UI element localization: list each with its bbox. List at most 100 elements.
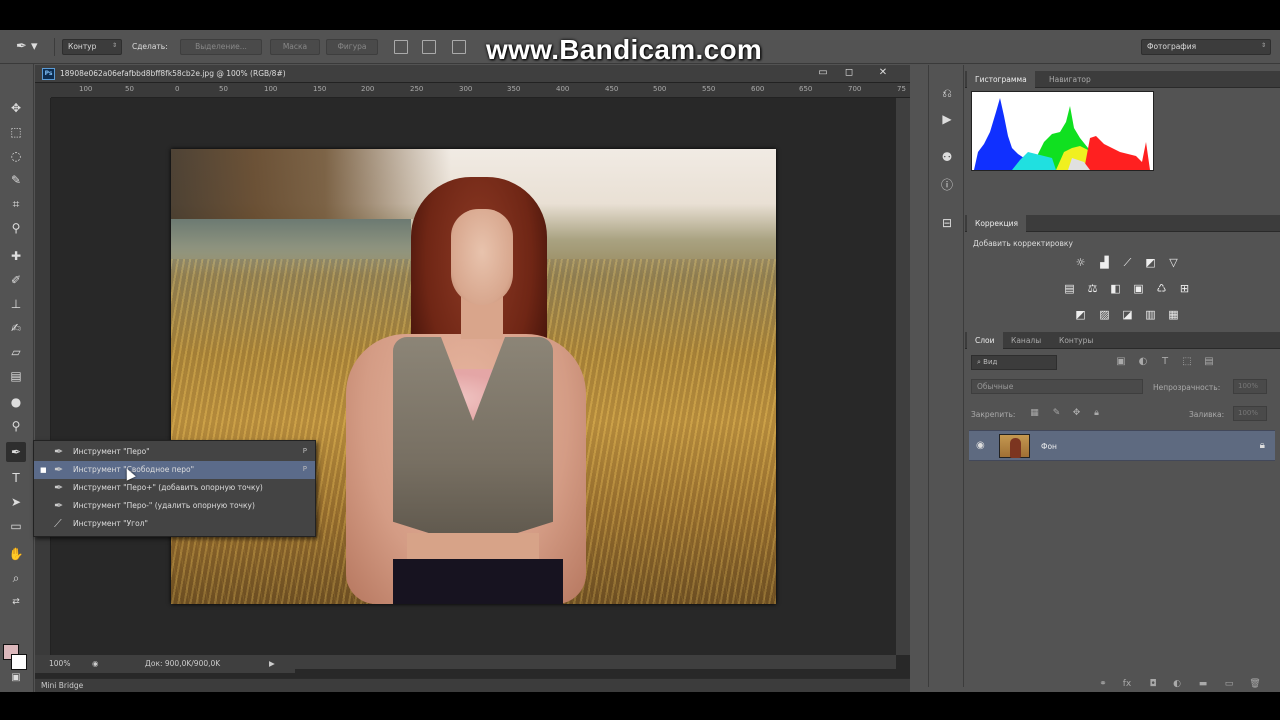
- lock-position-icon[interactable]: ✥: [1071, 408, 1082, 419]
- maximize-icon[interactable]: ◻: [838, 66, 860, 80]
- path-alignment-icon[interactable]: [422, 40, 436, 54]
- new-layer-icon[interactable]: ▭: [1223, 678, 1235, 690]
- screen-mode-icon[interactable]: ▣: [6, 668, 26, 688]
- bandicam-watermark: www.Bandicam.com: [486, 34, 763, 65]
- lock-transparency-icon[interactable]: ▦: [1029, 408, 1040, 419]
- hand-icon[interactable]: ✋: [6, 544, 26, 564]
- filter-shape-icon[interactable]: ⬚: [1181, 356, 1193, 368]
- actions-panel-icon[interactable]: ▶: [937, 109, 957, 129]
- crop-icon[interactable]: ⌗: [6, 194, 26, 214]
- filter-smart-object-icon[interactable]: ▤: [1203, 356, 1215, 368]
- path-arrangement-icon[interactable]: [452, 40, 466, 54]
- history-brush-icon[interactable]: ✍: [6, 318, 26, 338]
- channel-mixer-icon[interactable]: ♺: [1154, 282, 1169, 295]
- healing-icon[interactable]: ✚: [6, 246, 26, 266]
- layer-style-icon[interactable]: fx: [1121, 678, 1133, 690]
- close-icon[interactable]: ✕: [872, 66, 894, 80]
- flyout-item-delete-anchor[interactable]: ✒ Инструмент "Перо-" (удалить опорную то…: [34, 497, 315, 515]
- type-icon[interactable]: T: [6, 468, 26, 488]
- threshold-icon[interactable]: ◪: [1120, 308, 1135, 321]
- shape-button[interactable]: Фигура: [326, 39, 378, 55]
- minimize-icon[interactable]: ▭: [812, 66, 834, 80]
- tab-adjustments[interactable]: Коррекция: [967, 215, 1027, 232]
- tab-histogram[interactable]: Гистограмма: [967, 71, 1035, 88]
- brush-presets-icon[interactable]: ⚉: [937, 147, 957, 167]
- status-menu-arrow-icon[interactable]: ▶: [269, 659, 275, 668]
- clone-source-icon[interactable]: ⊟: [937, 213, 957, 233]
- path-selection-icon[interactable]: ➤: [6, 492, 26, 512]
- history-panel-icon[interactable]: ⎌: [937, 83, 957, 103]
- selective-color-icon[interactable]: ▦: [1166, 308, 1181, 321]
- invert-icon[interactable]: ◩: [1073, 308, 1088, 321]
- brightness-contrast-icon[interactable]: ☼: [1073, 256, 1088, 269]
- zoom-icon[interactable]: ⌕: [6, 568, 26, 588]
- vibrance-icon[interactable]: ▽: [1166, 256, 1181, 269]
- new-group-icon[interactable]: ▬: [1197, 678, 1209, 690]
- pen-icon[interactable]: ✒: [6, 442, 26, 462]
- mini-bridge-bar[interactable]: Mini Bridge: [35, 678, 910, 692]
- black-white-icon[interactable]: ◧: [1108, 282, 1123, 295]
- lasso-icon[interactable]: ◌: [6, 146, 26, 166]
- stamp-icon[interactable]: ⊥: [6, 294, 26, 314]
- horizontal-ruler[interactable]: 100 50 0 50 100 150 200 250 300 350 400 …: [51, 83, 910, 98]
- posterize-icon[interactable]: ▨: [1097, 308, 1112, 321]
- status-info-icon[interactable]: ◉: [92, 659, 99, 668]
- layer-filter-select[interactable]: ⌕ Вид: [971, 355, 1057, 370]
- color-lookup-icon[interactable]: ⊞: [1177, 282, 1192, 295]
- document-tab[interactable]: Ps 18908e062a06efafbbd8bff8fk58cb2e.jpg …: [38, 67, 292, 82]
- filter-type-icon[interactable]: T: [1159, 356, 1171, 368]
- lock-all-icon[interactable]: 🔒︎: [1091, 408, 1102, 419]
- flyout-item-add-anchor[interactable]: ✒ Инструмент "Перо+" (добавить опорную т…: [34, 479, 315, 497]
- ruler-origin[interactable]: [35, 83, 51, 98]
- flyout-item-pen[interactable]: ✒ Инструмент "Перо" P: [34, 443, 315, 461]
- lock-pixels-icon[interactable]: ✎: [1051, 408, 1062, 419]
- filter-pixel-icon[interactable]: ▣: [1115, 356, 1127, 368]
- layer-row-background[interactable]: ◉ Фон 🔒︎: [969, 430, 1275, 461]
- eye-icon[interactable]: ◉: [976, 440, 985, 451]
- swap-colors-icon[interactable]: ⇄: [6, 592, 26, 612]
- new-adjustment-icon[interactable]: ◐: [1171, 678, 1183, 690]
- gradient-icon[interactable]: ▤: [6, 366, 26, 386]
- color-balance-icon[interactable]: ⚖: [1085, 282, 1100, 295]
- delete-layer-icon[interactable]: 🗑︎: [1249, 678, 1261, 690]
- exposure-icon[interactable]: ◩: [1143, 256, 1158, 269]
- flyout-item-convert-point[interactable]: ⟋ Инструмент "Угол": [34, 515, 315, 533]
- link-layers-icon[interactable]: ⚭: [1097, 678, 1109, 690]
- blur-icon[interactable]: ●: [6, 392, 26, 412]
- selection-button[interactable]: Выделение...: [180, 39, 262, 55]
- brush-icon[interactable]: ✐: [6, 270, 26, 290]
- path-operations-icon[interactable]: [394, 40, 408, 54]
- tab-paths[interactable]: Контуры: [1051, 332, 1101, 349]
- eraser-icon[interactable]: ▱: [6, 342, 26, 362]
- mode-select[interactable]: Контур ⇕: [62, 39, 122, 55]
- vertical-ruler[interactable]: [35, 98, 51, 655]
- freeform-pen-preset-icon[interactable]: ✒ ▾: [16, 39, 44, 55]
- curves-icon[interactable]: ⟋: [1120, 256, 1135, 269]
- fill-field[interactable]: 100%: [1233, 406, 1267, 421]
- filter-adjustment-icon[interactable]: ◐: [1137, 356, 1149, 368]
- blend-mode-select[interactable]: Обычные: [971, 379, 1143, 394]
- hue-saturation-icon[interactable]: ▤: [1062, 282, 1077, 295]
- eyedropper-icon[interactable]: ⚲: [6, 218, 26, 238]
- rectangle-icon[interactable]: ▭: [6, 516, 26, 536]
- mask-button[interactable]: Маска: [270, 39, 320, 55]
- horizontal-scrollbar[interactable]: [295, 655, 896, 669]
- marquee-icon[interactable]: ⬚: [6, 122, 26, 142]
- opacity-field[interactable]: 100%: [1233, 379, 1267, 394]
- vertical-scrollbar[interactable]: [896, 98, 910, 655]
- photo-filter-icon[interactable]: ▣: [1131, 282, 1146, 295]
- zoom-level[interactable]: 100%: [49, 659, 70, 668]
- tab-layers[interactable]: Слои: [967, 332, 1003, 349]
- tab-navigator[interactable]: Навигатор: [1041, 71, 1099, 88]
- quick-mask-icon[interactable]: [6, 640, 26, 660]
- move-icon[interactable]: ✥: [6, 98, 26, 118]
- quick-selection-icon[interactable]: ✎: [6, 170, 26, 190]
- dodge-icon[interactable]: ⚲: [6, 416, 26, 436]
- add-mask-icon[interactable]: ◘: [1147, 678, 1159, 690]
- flyout-item-freeform-pen[interactable]: ■ ✒ Инструмент "Свободное перо" P: [34, 461, 315, 479]
- info-panel-icon[interactable]: ⓘ: [937, 175, 957, 195]
- levels-icon[interactable]: ▟: [1097, 256, 1112, 269]
- tab-channels[interactable]: Каналы: [1003, 332, 1049, 349]
- gradient-map-icon[interactable]: ▥: [1143, 308, 1158, 321]
- workspace-select[interactable]: Фотография ⇕: [1141, 39, 1271, 55]
